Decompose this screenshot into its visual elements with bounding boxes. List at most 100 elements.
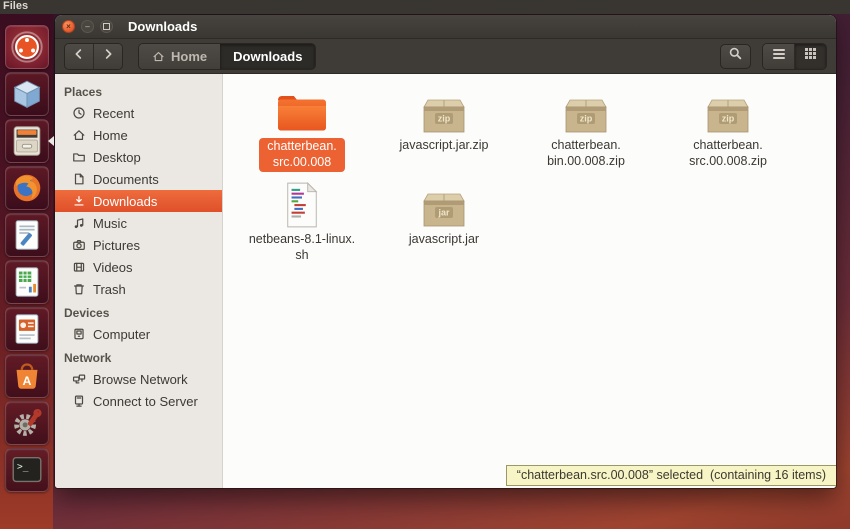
camera-icon (72, 238, 86, 252)
document-icon (72, 172, 86, 186)
sidebar-item-label: Recent (93, 106, 134, 121)
sidebar-item-label: Desktop (93, 150, 141, 165)
nav-buttons (64, 43, 123, 70)
breadcrumb-label: Downloads (233, 49, 302, 64)
sidebar-item-home[interactable]: Home (55, 124, 222, 146)
clock-icon (72, 106, 86, 120)
list-view-icon (772, 47, 786, 65)
sidebar-item-browse-network[interactable]: Browse Network (55, 368, 222, 390)
libreoffice-impress-icon (8, 310, 46, 348)
launcher-item-libreoffice-impress[interactable] (5, 307, 49, 351)
file-label: chatterbean.src.00.008 (259, 138, 345, 172)
breadcrumb-label: Home (171, 49, 207, 64)
titlebar: × – Downloads (55, 15, 836, 39)
launcher-item-ubuntu-logo[interactable] (5, 25, 49, 69)
sidebar-item-label: Home (93, 128, 128, 143)
sidebar-item-label: Videos (93, 260, 133, 275)
zip-archive-icon: zip (562, 83, 610, 135)
file-item[interactable]: jar javascript.jar (373, 177, 515, 263)
download-icon (72, 194, 86, 208)
svg-text:jar: jar (437, 208, 450, 218)
sidebar-item-label: Pictures (93, 238, 140, 253)
file-label: javascript.jar.zip (400, 138, 489, 154)
folder-icon (273, 83, 331, 135)
sidebar-item-music[interactable]: Music (55, 212, 222, 234)
sidebar-item-label: Trash (93, 282, 126, 297)
file-label: chatterbean.src.00.008.zip (689, 138, 767, 169)
forward-chevron-icon (101, 47, 115, 66)
firefox-icon (8, 169, 46, 207)
sidebar-item-trash[interactable]: Trash (55, 278, 222, 300)
search-button[interactable] (720, 44, 751, 69)
film-icon (72, 260, 86, 274)
maximize-button[interactable] (100, 20, 113, 33)
svg-text:zip: zip (438, 114, 451, 124)
sidebar-item-label: Documents (93, 172, 159, 187)
window-content: Places Recent Home Desktop Documents Download… (55, 74, 836, 488)
file-grid: chatterbean.src.00.008 zip javascript.jar.… (231, 83, 836, 268)
launcher-item-terminal[interactable]: >_ (5, 448, 49, 492)
file-label: javascript.jar (409, 232, 479, 248)
file-item[interactable]: chatterbean.src.00.008 (231, 83, 373, 172)
back-button[interactable] (65, 44, 94, 69)
system-settings-icon (8, 404, 46, 442)
status-tooltip: “chatterbean.src.00.008” selected (conta… (506, 465, 836, 486)
launcher-item-libreoffice-writer[interactable] (5, 213, 49, 257)
launcher-item-files-cabinet[interactable] (5, 119, 49, 163)
jar-archive-icon: jar (420, 177, 468, 229)
sidebar-item-computer[interactable]: Computer (55, 323, 222, 345)
toolbar: Home Downloads (55, 39, 836, 74)
folder-icon (72, 150, 86, 164)
software-center-icon: A (8, 357, 46, 395)
list-view-button[interactable] (763, 44, 795, 69)
file-view: chatterbean.src.00.008 zip javascript.jar.… (223, 74, 836, 488)
sidebar-item-label: Downloads (93, 194, 157, 209)
sidebar-item-pictures[interactable]: Pictures (55, 234, 222, 256)
appmenu-files[interactable]: Files (3, 0, 28, 12)
files-cabinet-icon (8, 122, 46, 160)
sidebar-item-label: Music (93, 216, 127, 231)
close-button[interactable]: × (62, 20, 75, 33)
launcher-item-cube[interactable] (5, 72, 49, 116)
file-item[interactable]: netbeans-8.1-linux.sh (231, 177, 373, 263)
sidebar-item-label: Computer (93, 327, 150, 342)
launcher-item-firefox[interactable] (5, 166, 49, 210)
launcher-item-libreoffice-calc[interactable] (5, 260, 49, 304)
sidebar-item-videos[interactable]: Videos (55, 256, 222, 278)
svg-text:zip: zip (580, 114, 593, 124)
sidebar-item-documents[interactable]: Documents (55, 168, 222, 190)
launcher-item-system-settings[interactable] (5, 401, 49, 445)
sidebar-item-desktop[interactable]: Desktop (55, 146, 222, 168)
libreoffice-writer-icon (8, 216, 46, 254)
zip-archive-icon: zip (420, 83, 468, 135)
grid-view-button[interactable] (795, 44, 826, 69)
svg-text:>_: >_ (17, 462, 29, 473)
sidebar-item-recent[interactable]: Recent (55, 102, 222, 124)
file-item[interactable]: zip chatterbean.src.00.008.zip (657, 83, 799, 172)
file-item[interactable]: zip chatterbean.bin.00.008.zip (515, 83, 657, 172)
sidebar-item-downloads[interactable]: Downloads (55, 190, 222, 212)
home-icon (152, 50, 165, 63)
global-menubar: Files (0, 0, 850, 14)
minimize-button[interactable]: – (81, 20, 94, 33)
shell-script-icon (283, 177, 321, 229)
file-label: chatterbean.bin.00.008.zip (547, 138, 625, 169)
sidebar-item-label: Browse Network (93, 372, 188, 387)
sidebar: Places Recent Home Desktop Documents Download… (55, 74, 223, 488)
home-icon (72, 128, 86, 142)
breadcrumb-downloads[interactable]: Downloads (220, 44, 315, 69)
grid-view-icon (804, 47, 817, 65)
breadcrumb: Home Downloads (138, 43, 316, 70)
server-icon (72, 394, 86, 408)
sidebar-section-header: Places (55, 79, 222, 102)
launcher-item-software-center[interactable]: A (5, 354, 49, 398)
breadcrumb-home[interactable]: Home (139, 44, 220, 69)
sidebar-item-connect-to-server[interactable]: Connect to Server (55, 390, 222, 412)
forward-button[interactable] (94, 44, 122, 69)
file-item[interactable]: zip javascript.jar.zip (373, 83, 515, 172)
svg-text:A: A (22, 374, 31, 388)
files-window: × – Downloads Home Downloads (55, 15, 836, 488)
ubuntu-logo-icon (8, 28, 46, 66)
svg-text:zip: zip (722, 114, 735, 124)
computer-icon (72, 327, 86, 341)
